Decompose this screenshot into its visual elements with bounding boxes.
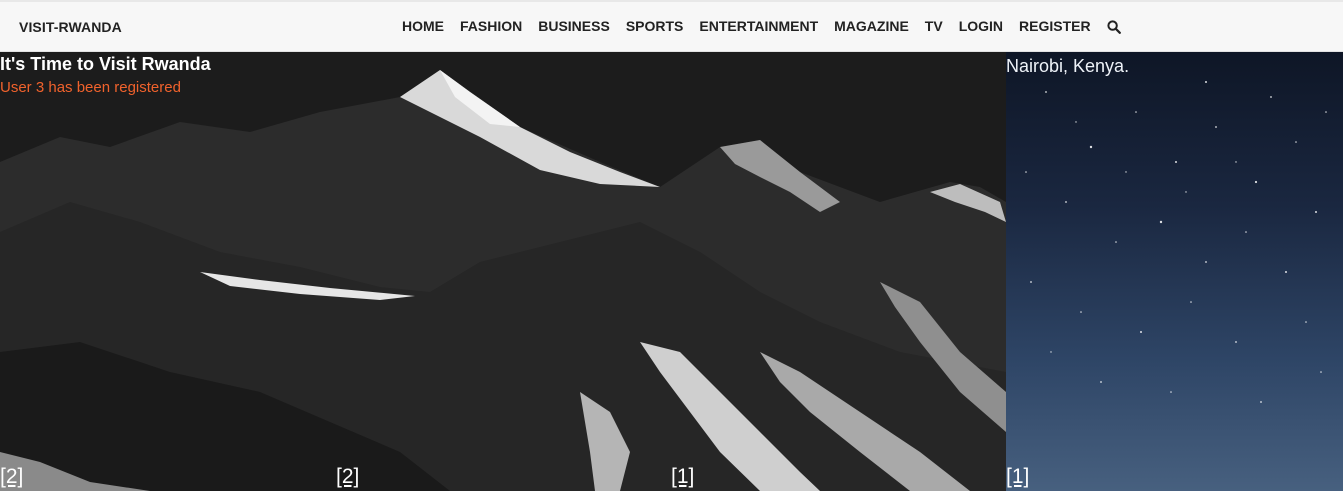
nav-item-home: HOME: [402, 18, 444, 36]
nav-link-business[interactable]: BUSINESS: [538, 18, 610, 34]
nav-item-sports: SPORTS: [626, 18, 684, 36]
nav-link-register[interactable]: REGISTER: [1019, 18, 1091, 34]
image-count-link[interactable]: [2]: [336, 464, 359, 490]
nav-item-search: [1107, 16, 1121, 39]
image-count-link[interactable]: [1]: [671, 464, 694, 490]
search-icon[interactable]: [1107, 19, 1121, 34]
navbar: VISIT-RWANDA HOME FASHION BUSINESS SPORT…: [0, 2, 1343, 52]
nav-item-entertainment: ENTERTAINMENT: [699, 18, 818, 36]
mountain-landscape-image: [0, 52, 1006, 491]
location-caption: Nairobi, Kenya.: [1006, 56, 1130, 76]
nav-link-tv[interactable]: TV: [925, 18, 943, 34]
nav-item-business: BUSINESS: [538, 18, 610, 36]
starry-sky-image: [1025, 81, 1327, 403]
nav-item-login: LOGIN: [959, 18, 1003, 36]
brand-logo-link[interactable]: VISIT-RWANDA: [19, 2, 122, 52]
nav-menu: HOME FASHION BUSINESS SPORTS ENTERTAINME…: [402, 2, 1137, 52]
nav-link-entertainment[interactable]: ENTERTAINMENT: [699, 18, 818, 34]
night-sky-panel: Nairobi, Kenya.: [1006, 52, 1343, 491]
nav-link-home[interactable]: HOME: [402, 18, 444, 34]
nav-link-login[interactable]: LOGIN: [959, 18, 1003, 34]
image-count-link[interactable]: [2]: [0, 464, 23, 490]
image-count-link[interactable]: [1]: [1006, 464, 1029, 490]
nav-link-fashion[interactable]: FASHION: [460, 18, 522, 34]
hero-mountain-image: It's Time to Visit Rwanda User 3 has bee…: [0, 52, 1006, 491]
nav-link-magazine[interactable]: MAGAZINE: [834, 18, 909, 34]
nav-item-fashion: FASHION: [460, 18, 522, 36]
registration-status-message: User 3 has been registered: [0, 79, 181, 96]
nav-item-magazine: MAGAZINE: [834, 18, 909, 36]
nav-link-sports[interactable]: SPORTS: [626, 18, 684, 34]
nav-item-register: REGISTER: [1019, 18, 1091, 36]
hero-title: It's Time to Visit Rwanda: [0, 54, 211, 74]
nav-item-tv: TV: [925, 18, 943, 36]
